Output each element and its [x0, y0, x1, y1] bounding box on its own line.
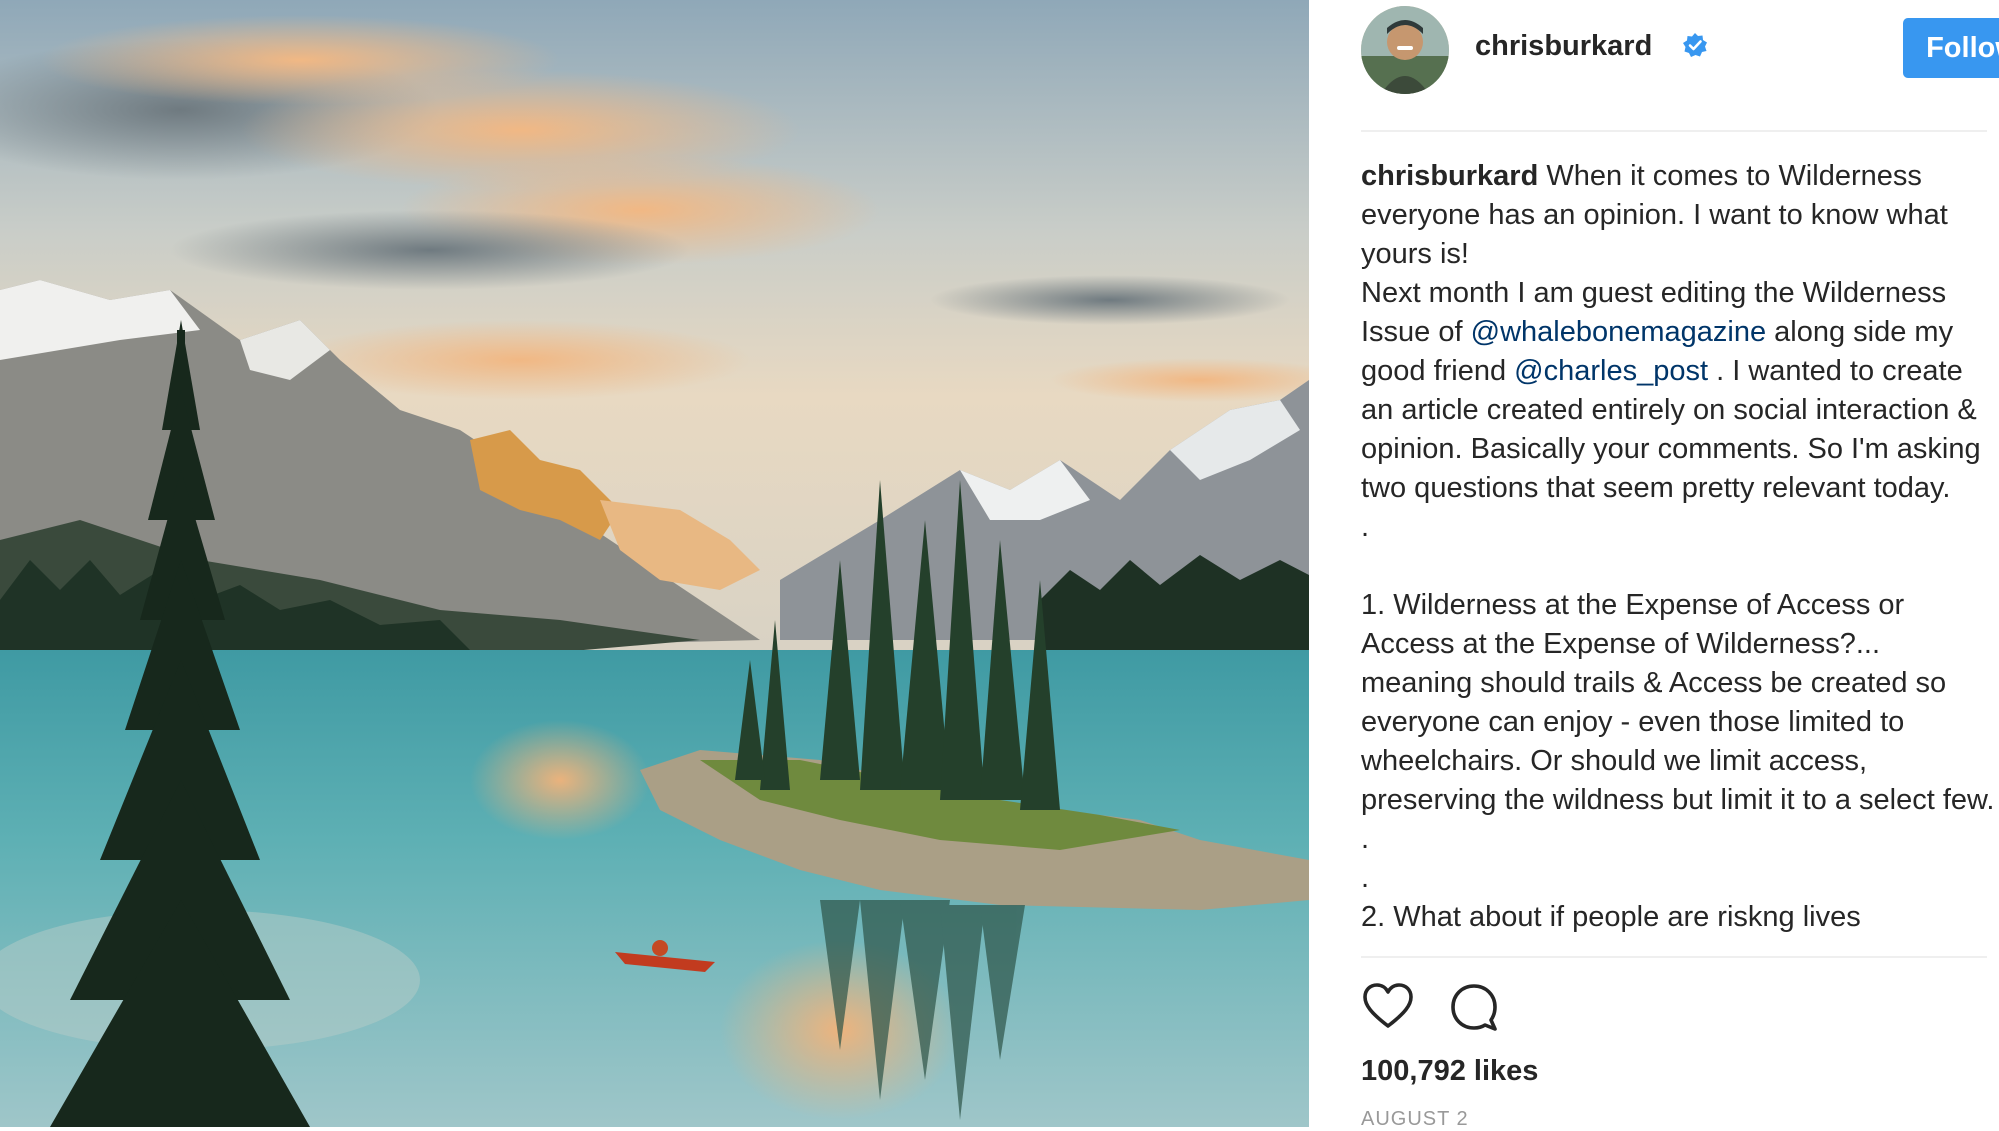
post-sidebar: chrisburkard Follow chrisburkard When it… — [1309, 0, 1999, 1130]
profile-photo-icon — [1361, 6, 1449, 94]
post-header: chrisburkard Follow — [1361, 0, 1999, 132]
author-username[interactable]: chrisburkard — [1475, 30, 1652, 63]
follow-button[interactable]: Follow — [1903, 18, 1999, 78]
post-caption: chrisburkard When it comes to Wilderness… — [1361, 157, 1997, 957]
caption-paragraph-intro: chrisburkard When it comes to Wilderness… — [1361, 157, 1997, 274]
caption-paragraph-edit: Next month I am guest editing the Wilder… — [1361, 274, 1997, 508]
caption-author[interactable]: chrisburkard — [1361, 160, 1538, 192]
profile-avatar[interactable] — [1361, 6, 1449, 94]
caption-question-2: 2. What about if people are riskng lives — [1361, 901, 1861, 933]
mention-whalebonemagazine[interactable]: @whalebonemagazine — [1471, 316, 1766, 348]
caption-dot-separator-2: . — [1361, 862, 1370, 894]
post-date[interactable]: AUGUST 2 — [1361, 1108, 1469, 1131]
post-photo[interactable] — [0, 0, 1309, 1127]
verified-badge-icon — [1683, 33, 1707, 57]
lake-mountain-landscape-image — [0, 0, 1309, 1127]
caption-divider — [1361, 956, 1987, 958]
heart-icon[interactable] — [1361, 980, 1415, 1034]
mention-charles-post[interactable]: @charles_post — [1514, 355, 1708, 387]
caption-dot-separator: . — [1361, 511, 1370, 543]
comment-icon[interactable] — [1447, 980, 1501, 1034]
caption-question-1: 1. Wilderness at the Expense of Access o… — [1361, 589, 1995, 855]
likes-count[interactable]: 100,792 likes — [1361, 1055, 1538, 1088]
